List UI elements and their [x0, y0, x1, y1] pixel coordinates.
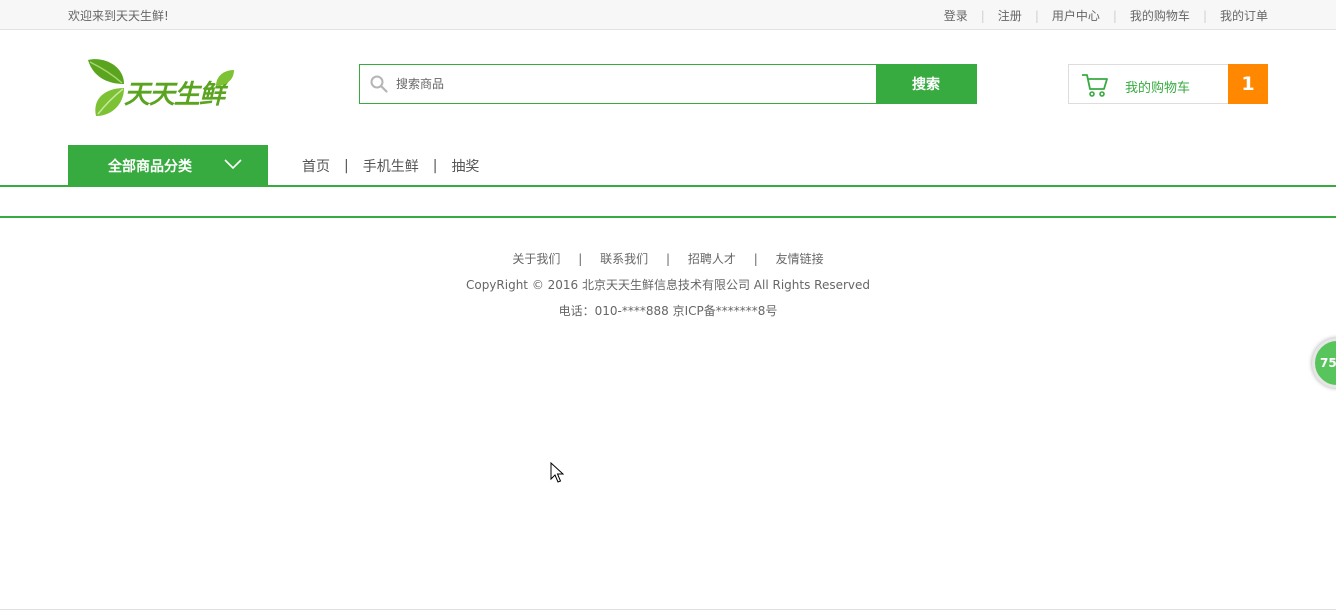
separator: |: [980, 8, 985, 23]
copyright-text: CopyRight © 2016 北京天天生鲜信息技术有限公司 All Righ…: [465, 278, 871, 292]
search-bar: 搜索: [359, 64, 977, 104]
footer-links: 关于我们 | 联系我们 | 招聘人才 | 友情链接: [0, 250, 1336, 267]
separator: |: [665, 252, 671, 266]
separator: |: [1202, 8, 1207, 23]
chevron-down-icon: [224, 159, 242, 170]
search-input-wrapper: [360, 65, 876, 103]
small-leaf-icon: [216, 70, 234, 86]
site-logo[interactable]: 天天生鲜: [84, 54, 236, 120]
floating-widget[interactable]: 75: [1312, 338, 1336, 388]
shopping-cart-icon: [1082, 74, 1108, 97]
nav-lottery[interactable]: 抽奖: [451, 156, 479, 176]
search-button[interactable]: 搜索: [876, 65, 976, 103]
separator: |: [578, 252, 583, 266]
my-cart-link[interactable]: 我的购物车: [1130, 7, 1190, 24]
search-input[interactable]: [360, 65, 876, 103]
separator: |: [344, 158, 349, 174]
separator: |: [432, 158, 438, 174]
bottom-border: [0, 609, 1336, 610]
separator: |: [753, 252, 758, 266]
separator: |: [1112, 8, 1117, 23]
footer-about-link[interactable]: 关于我们: [512, 252, 560, 266]
widget-value: 75: [1320, 356, 1336, 370]
footer-friend-links[interactable]: 友情链接: [776, 252, 824, 266]
cart-count-badge: 1: [1228, 64, 1268, 104]
nav-mobile-fresh[interactable]: 手机生鲜: [363, 156, 419, 176]
logo-text: 天天生鲜: [124, 80, 225, 110]
category-label: 全部商品分类: [108, 159, 192, 175]
top-links: 登录 | 注册 | 用户中心 | 我的购物车 | 我的订单: [944, 7, 1268, 24]
my-orders-link[interactable]: 我的订单: [1220, 7, 1268, 24]
login-link[interactable]: 登录: [944, 7, 968, 24]
register-link[interactable]: 注册: [998, 7, 1022, 24]
footer-contact-link[interactable]: 联系我们: [600, 252, 648, 266]
top-bar: 欢迎来到天天生鲜! 登录 | 注册 | 用户中心 | 我的购物车 | 我的订单: [0, 0, 1336, 30]
phone-text: 电话：010-****888 京ICP备*******8号: [558, 304, 778, 318]
nav-home[interactable]: 首页: [302, 156, 330, 176]
mouse-cursor-icon: [550, 462, 564, 483]
nav-divider: [0, 185, 1336, 187]
welcome-text: 欢迎来到天天生鲜!: [68, 9, 169, 23]
cart-label: 我的购物车: [1125, 81, 1191, 96]
separator: |: [1034, 8, 1039, 23]
search-icon: [370, 75, 388, 93]
user-center-link[interactable]: 用户中心: [1052, 7, 1100, 24]
cart-box[interactable]: 我的购物车 1: [1068, 64, 1268, 104]
content-divider: [0, 216, 1336, 218]
all-categories-button[interactable]: 全部商品分类: [68, 145, 268, 185]
footer-jobs-link[interactable]: 招聘人才: [688, 252, 736, 266]
main-nav: 首页 | 手机生鲜 | 抽奖: [302, 156, 479, 176]
